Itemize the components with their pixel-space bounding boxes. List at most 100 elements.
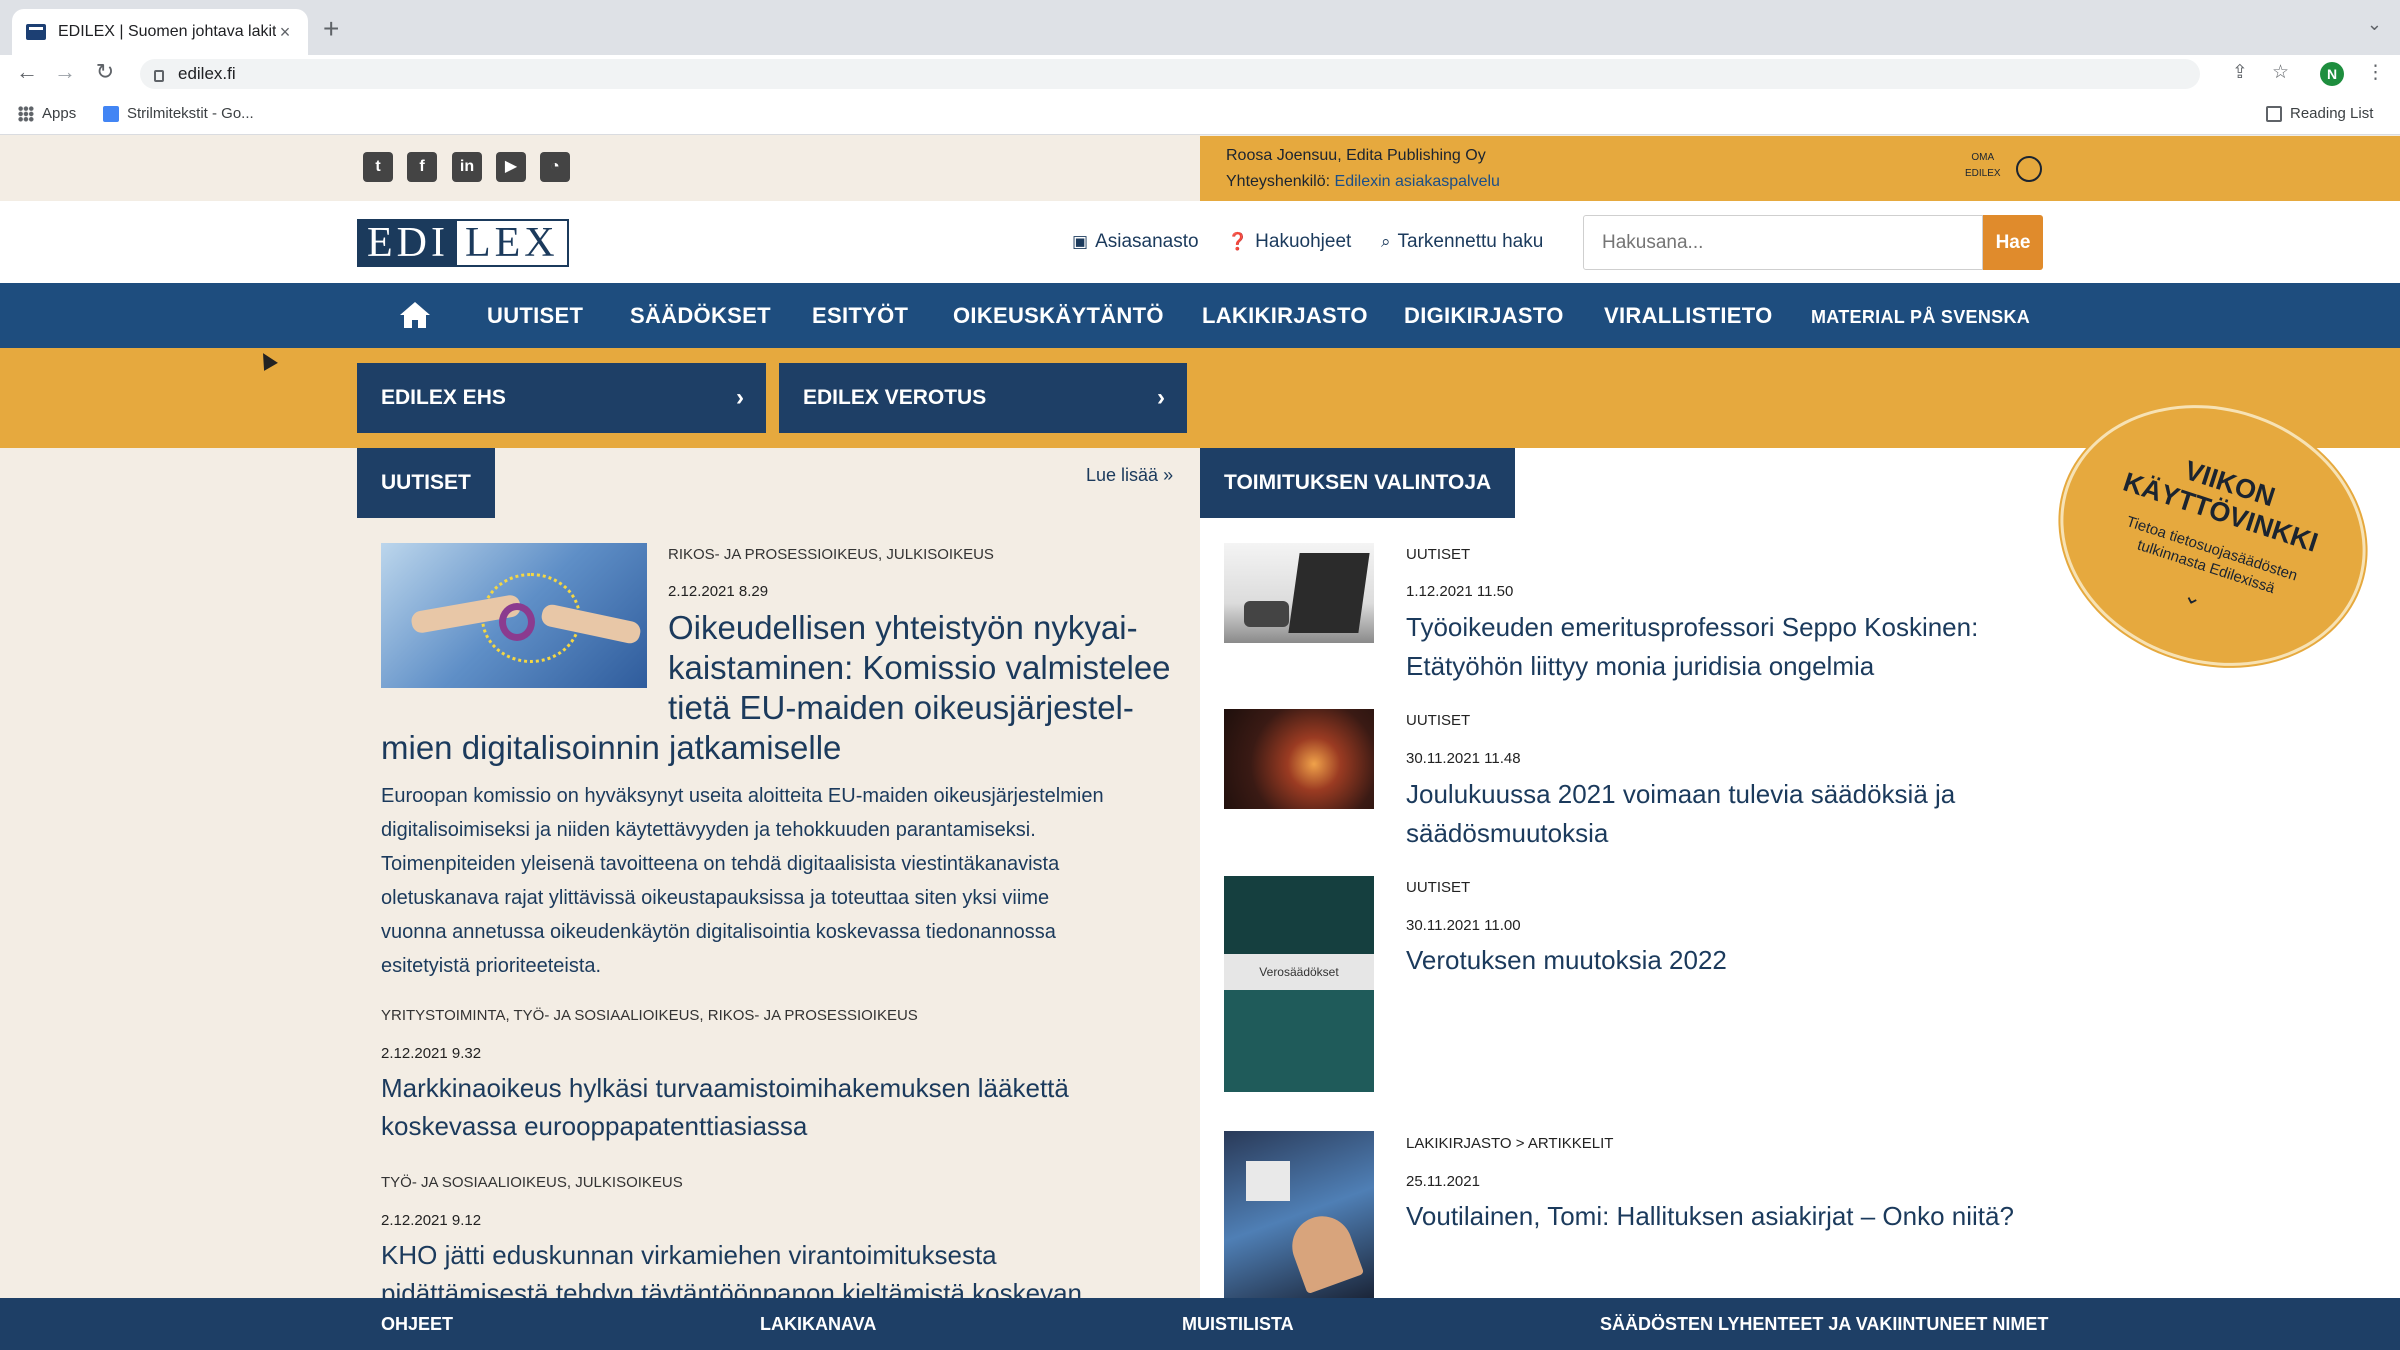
article-date: 2.12.2021 9.32 bbox=[381, 1045, 482, 1062]
bookmark-strilmitekstit[interactable]: Strilmitekstit - Go... bbox=[103, 105, 254, 122]
asiasanasto-link[interactable]: ▣ Asiasanasto bbox=[1072, 231, 1199, 253]
help-icon: ❓ bbox=[1227, 232, 1249, 251]
editors-headline[interactable]: Työoikeuden emeritusprofessori Seppo Kos… bbox=[1406, 608, 1978, 647]
close-tab-icon[interactable]: × bbox=[276, 22, 294, 43]
bookmark-star-icon[interactable]: ☆ bbox=[2272, 61, 2289, 84]
edilex-ehs-button[interactable]: EDILEX EHS › bbox=[357, 363, 766, 433]
featured-body-l6: esitetyistä prioriteeteista. bbox=[381, 955, 602, 977]
site-footer: OHJEET LAKIKANAVA MUISTILISTA SÄÄDÖSTEN … bbox=[0, 1298, 2400, 1350]
google-docs-icon bbox=[103, 105, 119, 122]
youtube-icon[interactable]: ▶ bbox=[496, 152, 526, 182]
article-date: 1.12.2021 11.50 bbox=[1406, 583, 1514, 600]
editors-headline[interactable]: Voutilainen, Tomi: Hallituksen asiakirja… bbox=[1406, 1197, 2014, 1236]
profile-avatar[interactable]: N bbox=[2320, 62, 2344, 86]
user-bar: Roosa Joensuu, Edita Publishing Oy Yhtey… bbox=[1200, 136, 2400, 201]
main-navigation: UUTISET SÄÄDÖKSET ESITYÖT OIKEUSKÄYTÄNTÖ… bbox=[0, 283, 2400, 348]
verosaadokset-book-cover[interactable]: Verosäädökset bbox=[1224, 876, 1374, 1092]
book-title: Verosäädökset bbox=[1224, 954, 1374, 990]
search-input[interactable] bbox=[1583, 215, 1983, 270]
user-account-icon[interactable] bbox=[2016, 156, 2042, 182]
article-category: UUTISET bbox=[1406, 879, 1471, 896]
editors-headline[interactable]: Etätyöhön liittyy monia juridisia ongelm… bbox=[1406, 647, 1874, 686]
chevron-right-icon: › bbox=[1157, 384, 1165, 411]
twitter-icon[interactable]: t bbox=[363, 152, 393, 182]
hakuohjeet-link[interactable]: ❓ Hakuohjeet bbox=[1227, 231, 1351, 253]
address-bar[interactable]: edilex.fi bbox=[140, 59, 2200, 89]
forward-icon[interactable]: → bbox=[50, 59, 80, 85]
nav-digikirjasto[interactable]: DIGIKIRJASTO bbox=[1404, 303, 1564, 329]
home-icon[interactable] bbox=[398, 300, 432, 330]
featured-body-l3: Toimenpiteiden yleisenä tavoitteena on t… bbox=[381, 853, 1060, 875]
editors-headline[interactable]: Verotuksen muutoksia 2022 bbox=[1406, 941, 1727, 980]
article-date: 2.12.2021 8.29 bbox=[668, 583, 769, 600]
search-button[interactable]: Hae bbox=[1983, 215, 2043, 270]
new-tab-icon[interactable]: + bbox=[323, 14, 339, 44]
reading-list-button[interactable]: Reading List bbox=[2266, 105, 2373, 122]
featured-headline-l4[interactable]: mien digitalisoinnin jatkamiselle bbox=[381, 728, 841, 768]
footer-ohjeet[interactable]: OHJEET bbox=[381, 1314, 453, 1335]
url-text: edilex.fi bbox=[178, 64, 236, 83]
reload-icon[interactable]: ↻ bbox=[90, 59, 120, 85]
facebook-icon[interactable]: f bbox=[407, 152, 437, 182]
contact-person: Yhteyshenkilö: Edilexin asiakaspalvelu bbox=[1226, 173, 1500, 190]
linkedin-icon[interactable]: in bbox=[452, 152, 482, 182]
edilex-logo[interactable]: EDI LEX bbox=[357, 219, 569, 267]
footer-lakikanava[interactable]: LAKIKANAVA bbox=[760, 1314, 876, 1335]
footer-saadosten-lyhenteet[interactable]: SÄÄDÖSTEN LYHENTEET JA VAKIINTUNEET NIME… bbox=[1600, 1314, 2048, 1335]
browser-menu-icon[interactable]: ⋮ bbox=[2366, 61, 2385, 84]
featured-body-l1: Euroopan komissio on hyväksynyt useita a… bbox=[381, 785, 1104, 807]
back-icon[interactable]: ← bbox=[12, 59, 42, 85]
tarkennettu-haku-link[interactable]: ⌕ Tarkennettu haku bbox=[1381, 231, 1543, 253]
footer-muistilista[interactable]: MUISTILISTA bbox=[1182, 1314, 1294, 1335]
share-icon[interactable]: ⇪ bbox=[2232, 61, 2248, 84]
featured-headline-l3[interactable]: tietä EU-maiden oikeusjärjestel- bbox=[668, 688, 1134, 728]
featured-article-image[interactable] bbox=[381, 543, 647, 688]
lock-icon bbox=[154, 70, 164, 82]
news-headline[interactable]: pidättämisestä tehdyn täytäntöönpanon ki… bbox=[381, 1274, 1082, 1298]
article-category: UUTISET bbox=[1406, 546, 1471, 563]
featured-body-l2: digitalisoimiseksi ja niiden käytettävyy… bbox=[381, 819, 1036, 841]
featured-headline-l2[interactable]: kaistaminen: Komissio valmistelee bbox=[668, 648, 1171, 688]
article-thumbnail[interactable] bbox=[1224, 543, 1374, 643]
reading-list-icon bbox=[2266, 105, 2282, 122]
chevron-right-icon: › bbox=[736, 384, 744, 411]
nav-esityot[interactable]: ESITYÖT bbox=[812, 303, 908, 329]
article-date: 30.11.2021 11.48 bbox=[1406, 750, 1521, 767]
news-headline[interactable]: koskevassa eurooppapatenttiasiassa bbox=[381, 1107, 807, 1145]
read-more-link[interactable]: Lue lisää » bbox=[1086, 465, 1173, 486]
rss-icon[interactable]: ◔ bbox=[540, 152, 570, 182]
browser-toolbar: ← → ↻ edilex.fi ⇪ ☆ N ⋮ bbox=[0, 55, 2400, 93]
nav-saadokset[interactable]: SÄÄDÖKSET bbox=[630, 303, 771, 329]
featured-body-l5: vuonna annetussa oikeudenkäytön digitali… bbox=[381, 921, 1056, 943]
customer-service-link[interactable]: Edilexin asiakaspalvelu bbox=[1335, 173, 1500, 190]
news-section-title: UUTISET bbox=[357, 448, 495, 518]
nav-oikeuskaytanto[interactable]: OIKEUSKÄYTÄNTÖ bbox=[953, 303, 1164, 329]
oma-edilex-link[interactable]: OMA EDILEX bbox=[1965, 150, 2001, 182]
tab-title: EDILEX | Suomen johtava lakit bbox=[58, 23, 276, 40]
bookmarks-bar: Apps Strilmitekstit - Go... Reading List bbox=[0, 93, 2400, 135]
edilex-verotus-button[interactable]: EDILEX VEROTUS › bbox=[779, 363, 1187, 433]
tab-search-chevron-icon[interactable]: ⌄ bbox=[2367, 14, 2382, 35]
nav-lakikirjasto[interactable]: LAKIKIRJASTO bbox=[1202, 303, 1368, 329]
article-categories: RIKOS- JA PROSESSIOIKEUS, JULKISOIKEUS bbox=[668, 546, 994, 563]
featured-headline-l1[interactable]: Oikeudellisen yhteistyön nykyai- bbox=[668, 608, 1138, 648]
browser-tab[interactable]: EDILEX | Suomen johtava lakit × bbox=[12, 9, 308, 55]
article-categories: TYÖ- JA SOSIAALIOIKEUS, JULKISOIKEUS bbox=[381, 1174, 683, 1191]
featured-body-l4: oletuskanava rajat ylittävissä oikeustap… bbox=[381, 887, 1050, 909]
article-thumbnail[interactable] bbox=[1224, 709, 1374, 809]
news-headline[interactable]: KHO jätti eduskunnan virkamiehen viranto… bbox=[381, 1236, 997, 1274]
nav-uutiset[interactable]: UUTISET bbox=[487, 303, 583, 329]
article-thumbnail[interactable] bbox=[1224, 1131, 1374, 1298]
editors-headline[interactable]: säädösmuutoksia bbox=[1406, 814, 1608, 853]
editors-headline[interactable]: Joulukuussa 2021 voimaan tulevia säädöks… bbox=[1406, 775, 1955, 814]
search-icon: ⌕ bbox=[1381, 232, 1391, 251]
double-chevron-right-icon: » bbox=[1163, 465, 1174, 485]
nav-virallistieto[interactable]: VIRALLISTIETO bbox=[1604, 303, 1773, 329]
article-categories: YRITYSTOIMINTA, TYÖ- JA SOSIAALIOIKEUS, … bbox=[381, 1007, 918, 1024]
bookmark-apps[interactable]: Apps bbox=[18, 105, 76, 122]
user-name: Roosa Joensuu, Edita Publishing Oy bbox=[1226, 147, 1486, 164]
article-date: 30.11.2021 11.00 bbox=[1406, 917, 1521, 934]
nav-material-pa-svenska[interactable]: MATERIAL PÅ SVENSKA bbox=[1811, 307, 2030, 328]
editors-picks-title: TOIMITUKSEN VALINTOJA bbox=[1200, 448, 1516, 518]
news-headline[interactable]: Markkinaoikeus hylkäsi turvaamistoimihak… bbox=[381, 1069, 1069, 1107]
